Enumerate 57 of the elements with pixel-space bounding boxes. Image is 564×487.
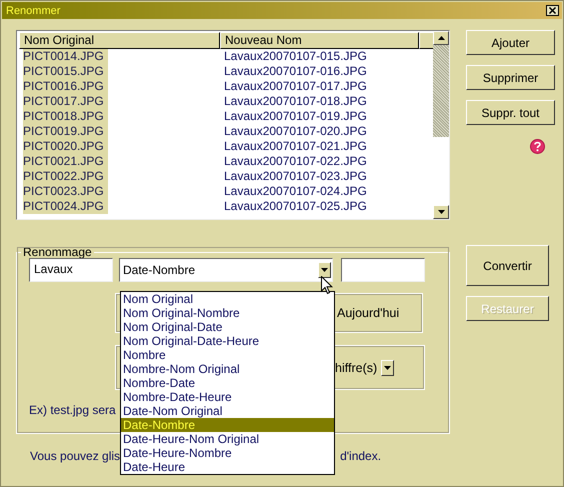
group-title: Renommage: [22, 246, 93, 258]
dropdown-option[interactable]: Nom Original-Date-Heure: [121, 334, 334, 348]
scrollbar[interactable]: [433, 31, 449, 219]
scroll-thumb[interactable]: [433, 45, 449, 137]
dropdown-option[interactable]: Nom Original-Date: [121, 320, 334, 334]
suffix-field[interactable]: [341, 258, 425, 282]
table-cell: PICT0019.JPG: [23, 124, 108, 139]
list-button[interactable]: Supprimer: [466, 65, 555, 90]
dropdown-option[interactable]: Nombre: [121, 348, 334, 362]
dropdown-option[interactable]: Date-Heure-Nombre: [121, 446, 334, 460]
example-text: Ex) test.jpg sera: [29, 403, 116, 417]
hint-text: Vous pouvez glis: [30, 449, 120, 463]
table-cell-text: Lavaux20070107-016.JPG: [223, 64, 367, 79]
radio-label[interactable]: Aujourd'hui: [337, 306, 400, 320]
dropdown-option[interactable]: Date-Nombre: [121, 418, 334, 432]
table-cell: PICT0017.JPG: [23, 94, 108, 109]
table-cell-text: Lavaux20070107-025.JPG: [223, 199, 367, 214]
dropdown-option[interactable]: Date-Heure-Nom Original: [121, 432, 334, 446]
hint-text: d'index.: [340, 449, 382, 463]
table-cell: PICT0022.JPG: [23, 169, 108, 184]
column-header[interactable]: Nouveau Nom: [220, 32, 419, 49]
window-title: Renommer: [6, 4, 60, 16]
dropdown-option[interactable]: Nombre-Date: [121, 376, 334, 390]
table-cell-text: Lavaux20070107-015.JPG: [223, 49, 367, 64]
table-cell: PICT0014.JPG: [23, 49, 108, 64]
table-cell: PICT0023.JPG: [23, 184, 108, 199]
pattern-dropdown[interactable]: Date-Nombre: [119, 258, 333, 282]
table-cell: PICT0016.JPG: [23, 79, 108, 94]
table-cell: PICT0015.JPG: [23, 64, 108, 79]
dropdown-option[interactable]: Date-Nom Original: [121, 404, 334, 418]
close-icon[interactable]: [546, 5, 559, 16]
dropdown-option[interactable]: Nombre-Nom Original: [121, 362, 334, 376]
table-cell: PICT0020.JPG: [23, 139, 108, 154]
table-cell-text: Lavaux20070107-021.JPG: [223, 139, 367, 154]
dropdown-option[interactable]: Nom Original: [121, 292, 334, 306]
list-button[interactable]: Suppr. tout: [466, 100, 555, 125]
table-cell-text: Lavaux20070107-023.JPG: [223, 169, 367, 184]
action-button[interactable]: Convertir: [466, 245, 549, 286]
digits-dropdown[interactable]: hiffre(s): [335, 360, 394, 376]
dropdown-option[interactable]: Date-Heure: [121, 460, 334, 474]
help-icon[interactable]: [530, 139, 545, 154]
table-cell-text: Lavaux20070107-019.JPG: [223, 109, 367, 124]
scroll-down-icon[interactable]: [433, 205, 449, 219]
table-cell: PICT0024.JPG: [23, 199, 108, 214]
table-cell: PICT0021.JPG: [23, 154, 108, 169]
table-cell-text: Lavaux20070107-022.JPG: [223, 154, 367, 169]
dropdown-option[interactable]: Nom Original-Nombre: [121, 306, 334, 320]
table-cell-text: Lavaux20070107-024.JPG: [223, 184, 367, 199]
scroll-up-icon[interactable]: [433, 31, 449, 45]
table-cell: PICT0018.JPG: [23, 109, 108, 124]
table-cell-text: Lavaux20070107-020.JPG: [223, 124, 367, 139]
dropdown-option[interactable]: Nombre-Date-Heure: [121, 390, 334, 404]
list-button[interactable]: Ajouter: [466, 30, 555, 55]
table-cell-text: Lavaux20070107-018.JPG: [223, 94, 367, 109]
table-cell-text: Lavaux20070107-017.JPG: [223, 79, 367, 94]
column-header[interactable]: Nom Original: [19, 32, 220, 49]
prefix-field[interactable]: Lavaux: [29, 258, 113, 282]
